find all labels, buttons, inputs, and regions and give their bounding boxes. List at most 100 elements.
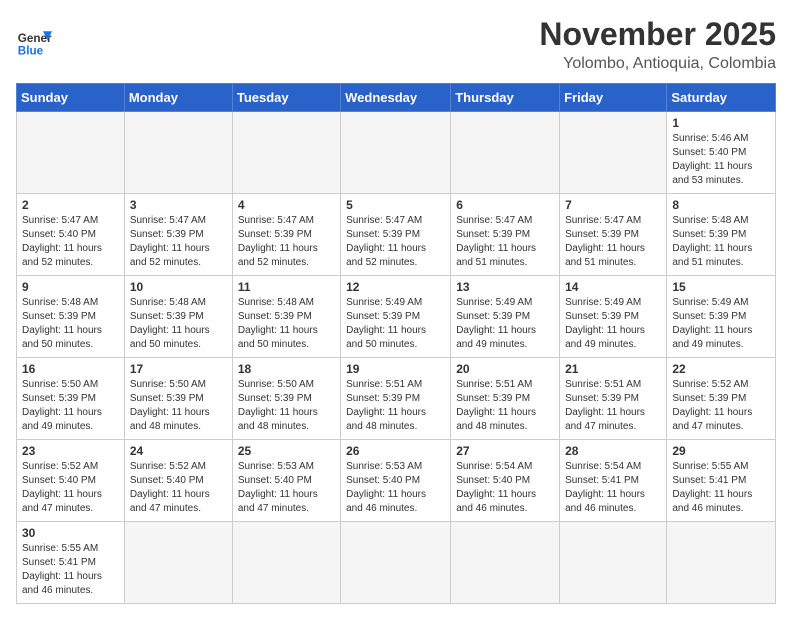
day-number: 20 (456, 362, 554, 376)
calendar-cell (560, 112, 667, 194)
svg-text:Blue: Blue (18, 45, 44, 58)
calendar-cell (124, 112, 232, 194)
week-row-1: 1 Sunrise: 5:46 AMSunset: 5:40 PMDaylight… (17, 112, 776, 194)
day-number: 22 (672, 362, 770, 376)
calendar-cell: 28Sunrise: 5:54 AMSunset: 5:41 PMDayligh… (560, 440, 667, 522)
day-info: Sunrise: 5:51 AMSunset: 5:39 PMDaylight:… (456, 378, 554, 434)
calendar-cell (560, 522, 667, 604)
page-header: General Blue November 2025 Yolombo, Anti… (16, 16, 776, 73)
day-number: 11 (238, 280, 335, 294)
week-row-6: 30 Sunrise: 5:55 AMSunset: 5:41 PMDayligh… (17, 522, 776, 604)
week-row-2: 2 Sunrise: 5:47 AMSunset: 5:40 PMDaylight… (17, 194, 776, 276)
calendar-cell: 5Sunrise: 5:47 AMSunset: 5:39 PMDaylight… (341, 194, 451, 276)
day-number: 18 (238, 362, 335, 376)
calendar-cell (451, 522, 560, 604)
day-number: 8 (672, 198, 770, 212)
weekday-header-row: SundayMondayTuesdayWednesdayThursdayFrid… (17, 84, 776, 112)
day-number: 10 (130, 280, 227, 294)
day-number: 14 (565, 280, 661, 294)
calendar-cell: 6Sunrise: 5:47 AMSunset: 5:39 PMDaylight… (451, 194, 560, 276)
weekday-header-thursday: Thursday (451, 84, 560, 112)
logo: General Blue (16, 24, 52, 60)
day-info: Sunrise: 5:53 AMSunset: 5:40 PMDaylight:… (238, 460, 335, 516)
day-number: 30 (22, 526, 119, 540)
weekday-header-saturday: Saturday (667, 84, 776, 112)
calendar-cell: 7 Sunrise: 5:47 AMSunset: 5:39 PMDaylight… (560, 194, 667, 276)
calendar-cell (232, 112, 340, 194)
calendar-cell: 4 Sunrise: 5:47 AMSunset: 5:39 PMDaylight… (232, 194, 340, 276)
calendar-cell: 13Sunrise: 5:49 AMSunset: 5:39 PMDayligh… (451, 276, 560, 358)
day-info: Sunrise: 5:46 AMSunset: 5:40 PMDaylight:… (672, 132, 770, 188)
day-number: 4 (238, 198, 335, 212)
day-info: Sunrise: 5:47 AMSunset: 5:40 PMDaylight:… (22, 214, 119, 270)
day-number: 9 (22, 280, 119, 294)
day-number: 7 (565, 198, 661, 212)
calendar-table: SundayMondayTuesdayWednesdayThursdayFrid… (16, 83, 776, 604)
day-info: Sunrise: 5:47 AMSunset: 5:39 PMDaylight:… (565, 214, 661, 270)
calendar-cell (17, 112, 125, 194)
calendar-cell: 18 Sunrise: 5:50 AMSunset: 5:39 PMDayligh… (232, 358, 340, 440)
weekday-header-monday: Monday (124, 84, 232, 112)
calendar-cell (124, 522, 232, 604)
calendar-cell: 1 Sunrise: 5:46 AMSunset: 5:40 PMDaylight… (667, 112, 776, 194)
day-number: 15 (672, 280, 770, 294)
day-info: Sunrise: 5:51 AMSunset: 5:39 PMDaylight:… (565, 378, 661, 434)
location-title: Yolombo, Antioquia, Colombia (539, 55, 776, 73)
calendar-cell: 23 Sunrise: 5:52 AMSunset: 5:40 PMDayligh… (17, 440, 125, 522)
week-row-4: 16 Sunrise: 5:50 AMSunset: 5:39 PMDayligh… (17, 358, 776, 440)
calendar-cell: 25 Sunrise: 5:53 AMSunset: 5:40 PMDayligh… (232, 440, 340, 522)
calendar-cell: 17Sunrise: 5:50 AMSunset: 5:39 PMDayligh… (124, 358, 232, 440)
calendar-cell: 16 Sunrise: 5:50 AMSunset: 5:39 PMDayligh… (17, 358, 125, 440)
calendar-cell: 8 Sunrise: 5:48 AMSunset: 5:39 PMDaylight… (667, 194, 776, 276)
day-number: 28 (565, 444, 661, 458)
calendar-cell: 30 Sunrise: 5:55 AMSunset: 5:41 PMDayligh… (17, 522, 125, 604)
day-info: Sunrise: 5:49 AMSunset: 5:39 PMDaylight:… (346, 296, 445, 352)
day-info: Sunrise: 5:47 AMSunset: 5:39 PMDaylight:… (238, 214, 335, 270)
weekday-header-wednesday: Wednesday (341, 84, 451, 112)
day-info: Sunrise: 5:51 AMSunset: 5:39 PMDaylight:… (346, 378, 445, 434)
calendar-cell: 24Sunrise: 5:52 AMSunset: 5:40 PMDayligh… (124, 440, 232, 522)
day-number: 19 (346, 362, 445, 376)
day-info: Sunrise: 5:48 AMSunset: 5:39 PMDaylight:… (672, 214, 770, 270)
month-title: November 2025 (539, 16, 776, 53)
day-info: Sunrise: 5:49 AMSunset: 5:39 PMDaylight:… (672, 296, 770, 352)
calendar-cell: 19 Sunrise: 5:51 AMSunset: 5:39 PMDayligh… (341, 358, 451, 440)
day-info: Sunrise: 5:52 AMSunset: 5:40 PMDaylight:… (22, 460, 119, 516)
day-info: Sunrise: 5:50 AMSunset: 5:39 PMDaylight:… (238, 378, 335, 434)
calendar-cell (341, 522, 451, 604)
calendar-cell: 26 Sunrise: 5:53 AMSunset: 5:40 PMDayligh… (341, 440, 451, 522)
calendar-cell: 29Sunrise: 5:55 AMSunset: 5:41 PMDayligh… (667, 440, 776, 522)
day-number: 1 (672, 116, 770, 130)
calendar-cell (667, 522, 776, 604)
day-number: 25 (238, 444, 335, 458)
calendar-cell: 3Sunrise: 5:47 AMSunset: 5:39 PMDaylight… (124, 194, 232, 276)
weekday-header-friday: Friday (560, 84, 667, 112)
day-number: 16 (22, 362, 119, 376)
calendar-cell (341, 112, 451, 194)
day-info: Sunrise: 5:49 AMSunset: 5:39 PMDaylight:… (456, 296, 554, 352)
calendar-cell: 22Sunrise: 5:52 AMSunset: 5:39 PMDayligh… (667, 358, 776, 440)
calendar-cell: 10Sunrise: 5:48 AMSunset: 5:39 PMDayligh… (124, 276, 232, 358)
calendar-cell: 21 Sunrise: 5:51 AMSunset: 5:39 PMDayligh… (560, 358, 667, 440)
day-number: 3 (130, 198, 227, 212)
day-info: Sunrise: 5:49 AMSunset: 5:39 PMDaylight:… (565, 296, 661, 352)
calendar-cell (451, 112, 560, 194)
day-number: 23 (22, 444, 119, 458)
day-info: Sunrise: 5:50 AMSunset: 5:39 PMDaylight:… (130, 378, 227, 434)
day-info: Sunrise: 5:50 AMSunset: 5:39 PMDaylight:… (22, 378, 119, 434)
day-number: 21 (565, 362, 661, 376)
day-info: Sunrise: 5:54 AMSunset: 5:40 PMDaylight:… (456, 460, 554, 516)
day-info: Sunrise: 5:53 AMSunset: 5:40 PMDaylight:… (346, 460, 445, 516)
day-info: Sunrise: 5:55 AMSunset: 5:41 PMDaylight:… (22, 542, 119, 598)
day-number: 12 (346, 280, 445, 294)
day-number: 24 (130, 444, 227, 458)
calendar-cell: 14 Sunrise: 5:49 AMSunset: 5:39 PMDayligh… (560, 276, 667, 358)
day-number: 2 (22, 198, 119, 212)
day-info: Sunrise: 5:47 AMSunset: 5:39 PMDaylight:… (456, 214, 554, 270)
calendar-cell: 9Sunrise: 5:48 AMSunset: 5:39 PMDaylight… (17, 276, 125, 358)
title-area: November 2025 Yolombo, Antioquia, Colomb… (539, 16, 776, 73)
calendar-cell: 27Sunrise: 5:54 AMSunset: 5:40 PMDayligh… (451, 440, 560, 522)
day-number: 26 (346, 444, 445, 458)
calendar-cell: 15 Sunrise: 5:49 AMSunset: 5:39 PMDayligh… (667, 276, 776, 358)
day-info: Sunrise: 5:55 AMSunset: 5:41 PMDaylight:… (672, 460, 770, 516)
